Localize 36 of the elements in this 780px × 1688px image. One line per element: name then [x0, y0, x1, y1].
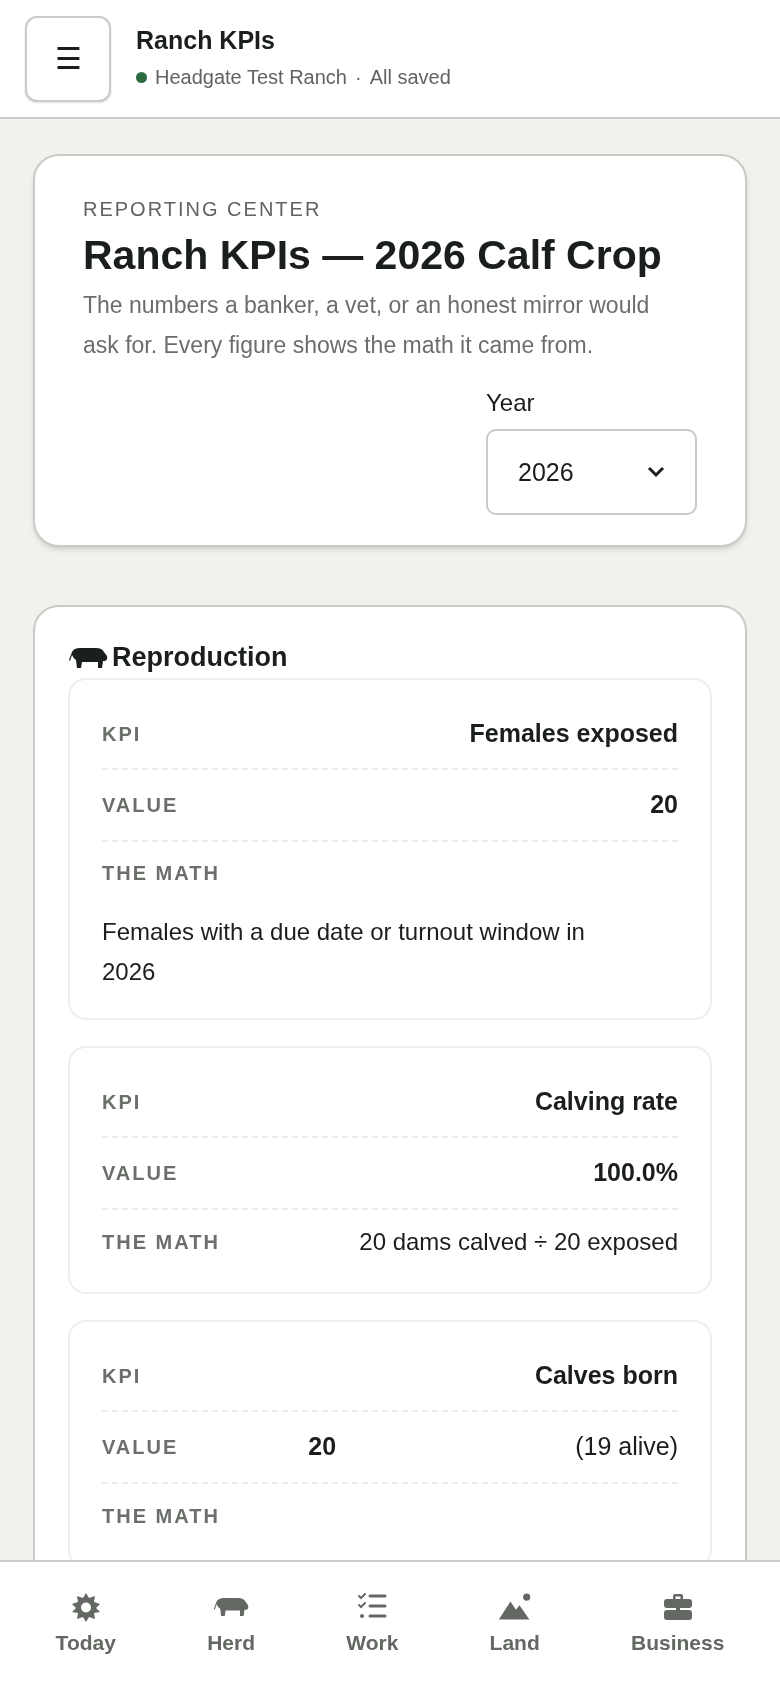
kpi-name: Females exposed	[469, 718, 678, 749]
kpi-value: 100.0%	[593, 1157, 678, 1188]
nav-tab[interactable]: Business	[623, 1587, 733, 1663]
kpi-value: 20	[308, 1431, 337, 1462]
report-title: Ranch KPIs — 2026 Calf Crop	[83, 231, 663, 280]
value-note: (19 alive)	[575, 1431, 678, 1462]
nav-tab[interactable]: Work	[338, 1587, 407, 1663]
kpi-label: KPI	[102, 1363, 142, 1389]
cow-icon	[68, 645, 108, 670]
math-label: THE MATH	[102, 1229, 220, 1255]
nav-tab[interactable]: Today	[47, 1587, 124, 1663]
nav-tab[interactable]: Herd	[199, 1587, 263, 1663]
report-description: The numbers a banker, a vet, or an honest mirror would ask for. Every figure shows the math it came from.	[83, 291, 651, 361]
value-label: VALUE	[102, 1434, 179, 1460]
menu-button[interactable]: ☰	[25, 15, 111, 102]
math-label: THE MATH	[102, 860, 221, 886]
separator: ·	[355, 65, 362, 91]
save-status: All saved	[369, 65, 451, 91]
value-label: VALUE	[102, 1160, 179, 1186]
kpi-name: Calves born	[534, 1360, 678, 1391]
kpi-label: KPI	[102, 1089, 142, 1115]
nav-tab[interactable]: Land	[481, 1587, 548, 1663]
math-text: Females with a due date or turnout window in 2026	[102, 916, 586, 987]
year-label: Year	[486, 388, 536, 419]
section-title: Reproduction	[112, 641, 288, 675]
page-title: Ranch KPIs	[136, 24, 276, 56]
kpi-label: KPI	[102, 721, 142, 747]
year-select[interactable]: 2026	[486, 429, 697, 516]
kpi-name: Calving rate	[534, 1086, 678, 1117]
kpi-value: 20	[650, 789, 678, 820]
math-text: 20 dams calved ÷ 20 exposed	[359, 1226, 678, 1257]
chevron-down-icon	[647, 466, 665, 479]
ranch-name: Headgate Test Ranch	[155, 65, 347, 91]
eyebrow-label: REPORTING CENTER	[83, 197, 323, 222]
math-label: THE MATH	[102, 1503, 220, 1529]
value-label: VALUE	[102, 792, 179, 818]
